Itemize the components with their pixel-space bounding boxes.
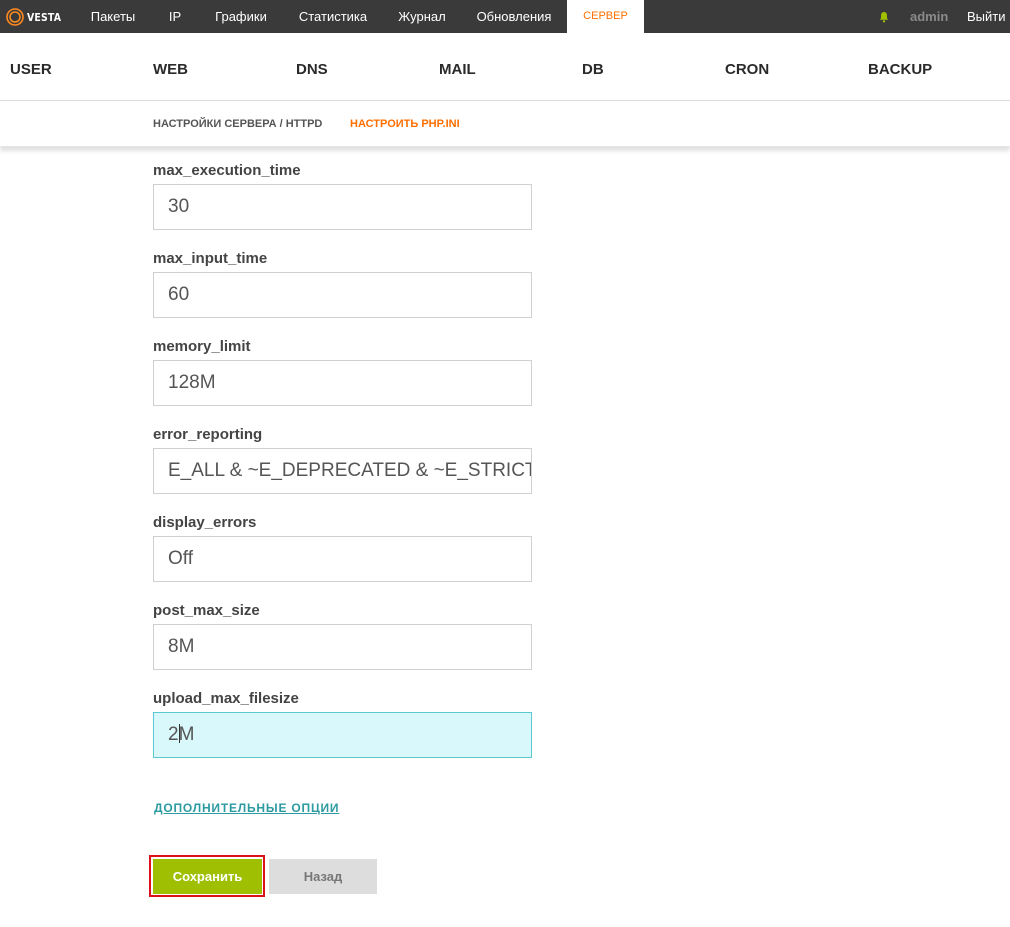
tab-configure-php-ini[interactable]: НАСТРОИТЬ PHP.INI <box>350 118 460 130</box>
input-text-before-caret: 2 <box>168 724 179 745</box>
section-menu: USER WEB DNS MAIL DB CRON BACKUP <box>0 33 1010 101</box>
section-cron[interactable]: CRON <box>725 61 769 78</box>
input-post-max-size[interactable]: 8M <box>153 624 532 670</box>
input-error-reporting[interactable]: E_ALL & ~E_DEPRECATED & ~E_STRICT <box>153 448 532 494</box>
vesta-logo[interactable]: VESTA <box>6 7 67 27</box>
input-text-after-caret: M <box>178 724 195 745</box>
section-backup[interactable]: BACKUP <box>868 61 932 78</box>
bell-icon[interactable] <box>878 11 890 23</box>
label-max-input-time: max_input_time <box>153 250 268 267</box>
label-max-execution-time: max_execution_time <box>153 162 301 179</box>
top-navigation-bar: VESTA Пакеты IP Графики Статистика Журна… <box>0 0 1010 33</box>
logo-text: VESTA <box>27 10 62 24</box>
logout-link[interactable]: Выйти <box>967 0 1006 33</box>
advanced-options-link[interactable]: ДОПОЛНИТЕЛЬНЫЕ ОПЦИИ <box>154 801 339 815</box>
input-max-input-time[interactable]: 60 <box>153 272 532 318</box>
input-memory-limit[interactable]: 128M <box>153 360 532 406</box>
back-button[interactable]: Назад <box>269 859 377 894</box>
user-link[interactable]: admin <box>910 0 948 33</box>
vesta-logo-icon <box>6 8 24 26</box>
section-dns[interactable]: DNS <box>296 61 328 78</box>
nav-graphs[interactable]: Графики <box>203 0 279 33</box>
sub-tabs-bar: НАСТРОЙКИ СЕРВЕРА / HTTPD НАСТРОИТЬ PHP.… <box>0 101 1010 147</box>
section-user[interactable]: USER <box>10 61 52 78</box>
nav-log[interactable]: Журнал <box>388 0 456 33</box>
section-db[interactable]: DB <box>582 61 604 78</box>
nav-server[interactable]: СЕРВЕР <box>567 0 644 33</box>
input-upload-max-filesize[interactable]: 2M <box>153 712 532 758</box>
section-mail[interactable]: MAIL <box>439 61 476 78</box>
input-display-errors[interactable]: Off <box>153 536 532 582</box>
tab-server-settings[interactable]: НАСТРОЙКИ СЕРВЕРА / HTTPD <box>153 118 322 130</box>
label-post-max-size: post_max_size <box>153 602 260 619</box>
label-display-errors: display_errors <box>153 514 257 531</box>
input-max-execution-time[interactable]: 30 <box>153 184 532 230</box>
save-button[interactable]: Сохранить <box>153 859 262 894</box>
label-error-reporting: error_reporting <box>153 426 263 443</box>
label-upload-max-filesize: upload_max_filesize <box>153 690 299 707</box>
section-web[interactable]: WEB <box>153 61 188 78</box>
label-memory-limit: memory_limit <box>153 338 251 355</box>
nav-updates[interactable]: Обновления <box>466 0 562 33</box>
nav-ip[interactable]: IP <box>155 0 195 33</box>
nav-packages[interactable]: Пакеты <box>77 0 149 33</box>
nav-statistics[interactable]: Статистика <box>288 0 378 33</box>
